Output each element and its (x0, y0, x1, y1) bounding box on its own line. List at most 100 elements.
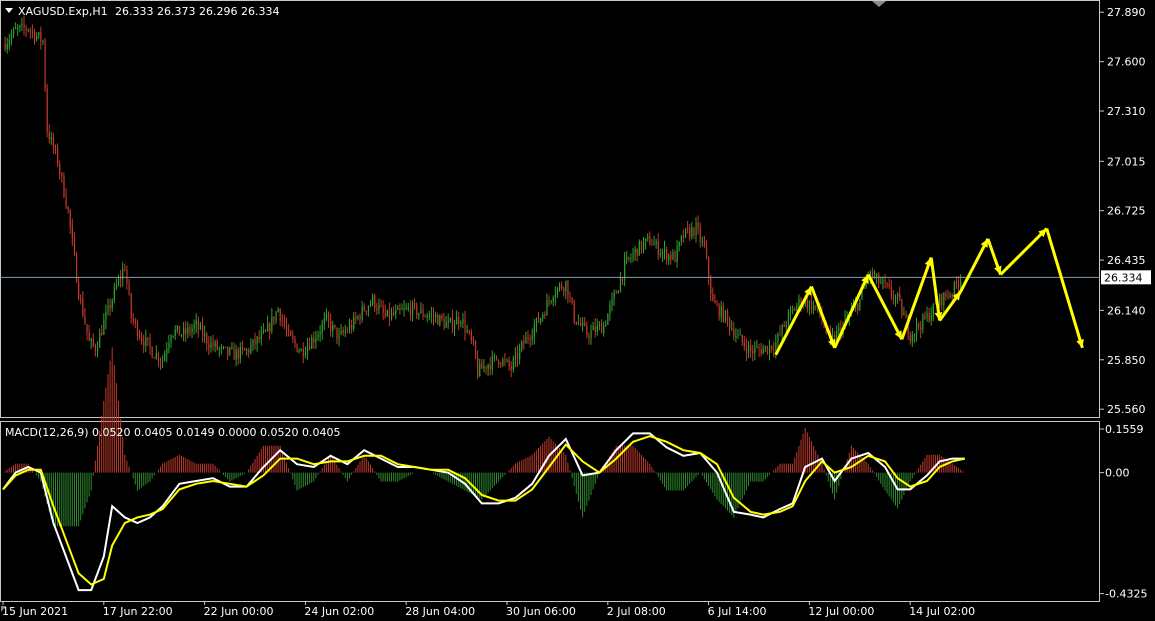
candle-body (311, 337, 313, 349)
candle-body (61, 172, 63, 176)
candle-body (756, 347, 758, 349)
candle-body (905, 314, 907, 318)
candle-body (397, 307, 399, 311)
candle-body (237, 349, 239, 359)
time-tick-label: 2 Jul 08:00 (607, 605, 666, 618)
candle-body (258, 336, 260, 340)
candle-body (762, 348, 764, 354)
candle-body (899, 293, 901, 300)
candle-body (260, 332, 262, 340)
candle-body (771, 345, 773, 350)
candle-body (451, 318, 454, 330)
candle-body (223, 346, 225, 348)
time-tick-label: 6 Jul 14:00 (708, 605, 767, 618)
candle-body (90, 338, 92, 341)
candle-body (701, 240, 703, 242)
candle-body (181, 334, 183, 336)
candle-body (479, 363, 481, 377)
candle-body (903, 314, 905, 316)
candle-body (882, 279, 884, 283)
macd-tick-label: -0.4325 (1105, 588, 1147, 601)
candle-body (109, 304, 111, 309)
candle-body (485, 366, 487, 369)
candle-body (332, 324, 334, 331)
candle-body (794, 309, 796, 311)
candle-body (52, 137, 55, 148)
price-tick-label: 27.310 (1107, 105, 1146, 118)
candle-body (638, 241, 640, 256)
candle-body (107, 304, 109, 312)
candle-body (670, 254, 672, 260)
candle-body (157, 353, 160, 362)
candle-body (185, 328, 187, 334)
chart-canvas: 27.890 27.600 27.310 27.015 26.725 26.435 26.1… (0, 0, 1155, 621)
candle-body (876, 273, 878, 277)
candle-body (764, 346, 766, 349)
candle-body (176, 325, 178, 330)
candle-body (449, 318, 451, 322)
candle-body (676, 246, 678, 263)
candle-body (554, 294, 556, 298)
candle-body (655, 240, 657, 244)
candle-body (779, 333, 781, 335)
current-price-tag: 26.334 (1101, 270, 1151, 285)
candle-body (10, 34, 13, 41)
candle-body (924, 314, 926, 319)
candle-body (697, 222, 699, 229)
candle-body (84, 315, 86, 325)
candle-body (296, 343, 298, 352)
candle-body (307, 345, 309, 353)
candle-body (155, 353, 157, 359)
current-price-value: 26.334 (1104, 271, 1143, 284)
candle-body (678, 241, 680, 247)
candle-body (926, 313, 928, 319)
candle-body (380, 305, 382, 307)
candle-body (300, 349, 302, 351)
candle-body (949, 295, 951, 298)
candle-body (888, 284, 890, 287)
candle-body (214, 341, 216, 347)
candle-body (718, 304, 720, 317)
candle-body (733, 328, 735, 338)
candle-body (792, 309, 794, 311)
candle-body (785, 325, 787, 327)
candle-body (288, 330, 290, 332)
candle-body (470, 332, 472, 341)
candle-body (330, 320, 332, 331)
candle-body (15, 28, 17, 30)
candle-body (561, 284, 563, 289)
candle-body (556, 287, 559, 295)
candle-body (913, 333, 916, 335)
candle-body (712, 293, 714, 301)
candle-body (405, 307, 407, 309)
candle-body (147, 337, 149, 340)
price-tick-label: 25.850 (1107, 354, 1146, 367)
candle-body (38, 32, 40, 36)
candle-body (475, 341, 477, 358)
candle-body (283, 320, 286, 326)
candle-body (592, 326, 594, 331)
candle-body (941, 294, 943, 306)
candle-body (166, 348, 168, 354)
candle-body (953, 281, 955, 296)
candle-body (78, 282, 80, 299)
candle-body (170, 335, 172, 343)
candle-body (523, 341, 525, 344)
candle-body (892, 295, 895, 300)
candle-body (636, 248, 638, 256)
time-tick-label: 14 Jul 02:00 (909, 605, 975, 618)
candle-body (262, 330, 265, 333)
candle-body (951, 295, 953, 297)
candle-body (103, 320, 105, 335)
candle-body (328, 314, 330, 321)
candle-body (622, 277, 624, 280)
candle-body (487, 364, 489, 369)
candle-body (922, 314, 924, 330)
candle-body (540, 318, 542, 323)
candle-body (4, 44, 6, 50)
candle-body (97, 347, 99, 352)
candle-body (552, 297, 554, 301)
candle-body (313, 337, 315, 343)
candle-body (435, 315, 437, 318)
candle-body (806, 299, 808, 309)
